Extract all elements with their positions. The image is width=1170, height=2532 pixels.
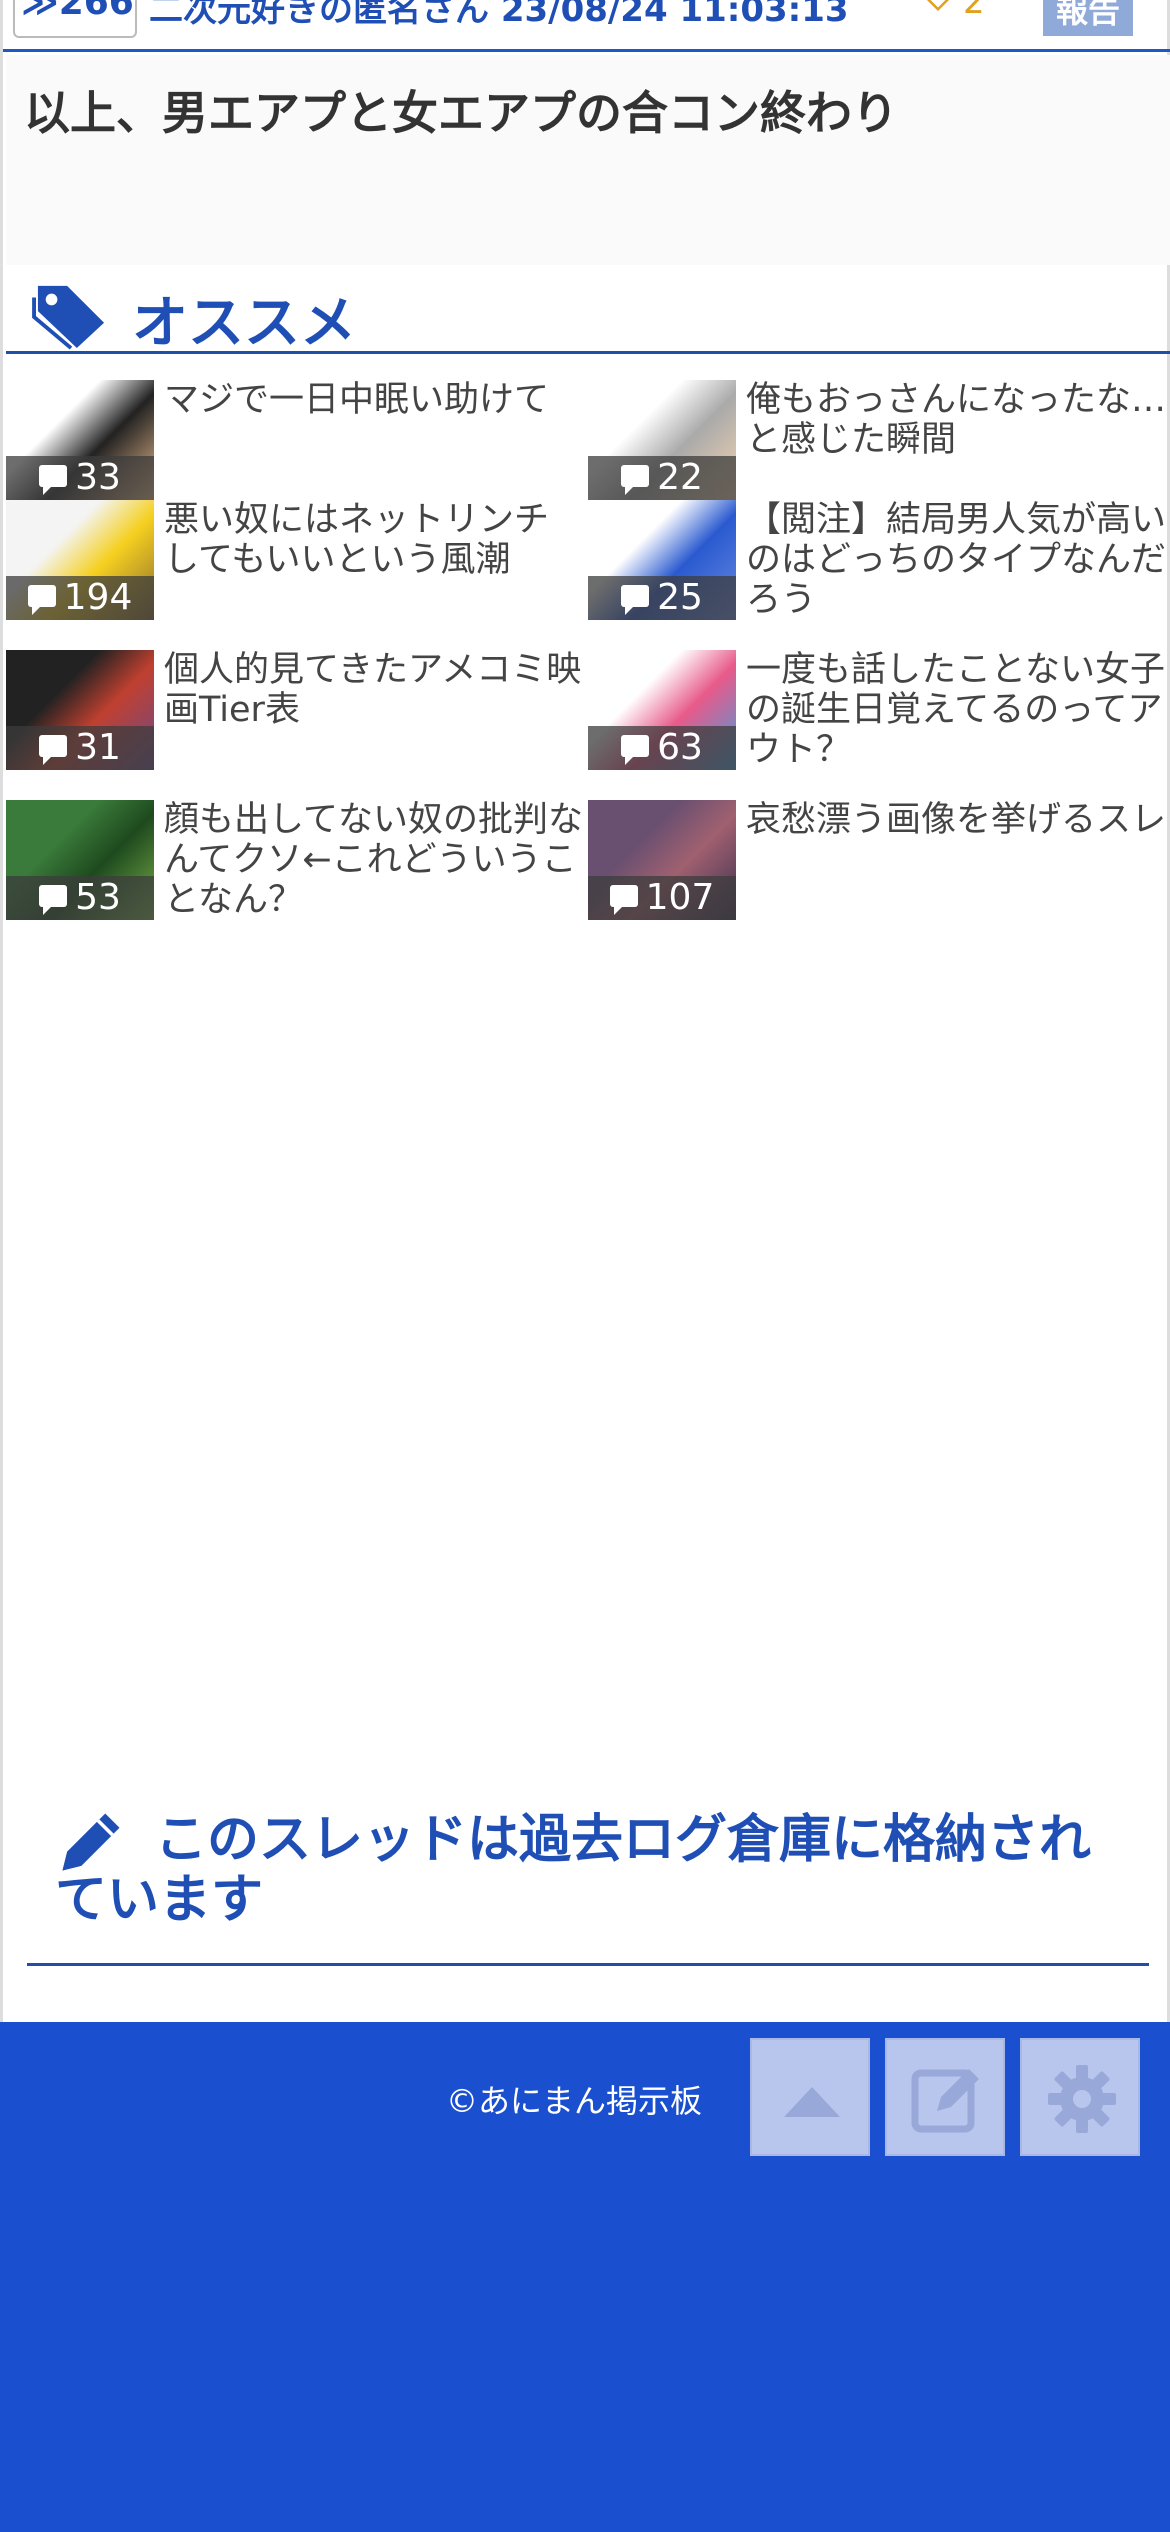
recommend-title: オススメ bbox=[132, 291, 356, 356]
thumbnail-image[interactable]: 31 bbox=[6, 650, 154, 770]
recommend-item[interactable]: 194 悪い奴にはネットリンチしてもいいという風潮 bbox=[6, 500, 586, 640]
copyright: ©あにまん掲示板 bbox=[446, 2082, 703, 2120]
archive-notice: このスレッドは過去ログ倉庫に格納されています bbox=[27, 1800, 1149, 1966]
recommend-item-title[interactable]: 【閲注】結局男人気が高いのはどっちのタイプなんだろう bbox=[746, 500, 1166, 620]
comment-count: 22 bbox=[588, 456, 736, 500]
comment-count: 63 bbox=[588, 726, 736, 770]
comment-count-value: 63 bbox=[657, 727, 703, 768]
comment-count-value: 53 bbox=[75, 877, 121, 918]
recommend-item[interactable]: 31 個人的見てきたアメコミ映画Tier表 bbox=[6, 650, 586, 790]
comment-icon bbox=[39, 735, 68, 765]
like-button[interactable]: 2 bbox=[921, 0, 985, 22]
comment-count-value: 25 bbox=[657, 577, 703, 618]
recommend-item-title[interactable]: 一度も話したことない女子の誕生日覚えてるのってアウト？ bbox=[746, 650, 1166, 770]
recommend-item[interactable]: 63 一度も話したことない女子の誕生日覚えてるのってアウト？ bbox=[588, 650, 1168, 790]
comment-icon bbox=[621, 585, 650, 615]
thumbnail-image[interactable]: 63 bbox=[588, 650, 736, 770]
thumbnail-image[interactable]: 22 bbox=[588, 380, 736, 500]
comment-count-value: 33 bbox=[75, 457, 121, 498]
report-button[interactable]: 報告 bbox=[1043, 0, 1133, 36]
heart-icon bbox=[926, 0, 950, 12]
tag-icon bbox=[32, 285, 105, 350]
thumbnail-image[interactable]: 25 bbox=[588, 500, 736, 620]
recommend-item-title[interactable]: 顔も出してない奴の批判なんてクソ←これどういうことなん？ bbox=[164, 800, 584, 920]
post-header: ≫266 二次元好きの匿名さん 23/08/24 11:03:13 2 報告 bbox=[3, 0, 1170, 52]
gear-icon bbox=[1048, 2065, 1116, 2133]
comment-count: 107 bbox=[588, 876, 736, 920]
comment-icon bbox=[609, 885, 638, 915]
comment-icon bbox=[39, 885, 68, 915]
comment-count: 25 bbox=[588, 576, 736, 620]
like-count: 2 bbox=[963, 0, 985, 22]
comment-count-value: 107 bbox=[645, 877, 715, 918]
post-text: 以上、男エアプと女エアプの合コン終わり bbox=[24, 86, 898, 140]
settings-button[interactable] bbox=[1020, 2038, 1140, 2156]
comment-icon bbox=[39, 465, 68, 495]
archive-message: このスレッドは過去ログ倉庫に格納されています bbox=[55, 1810, 1092, 1930]
comment-count-value: 22 bbox=[657, 457, 703, 498]
recommend-item[interactable]: 25 【閲注】結局男人気が高いのはどっちのタイプなんだろう bbox=[588, 500, 1168, 640]
recommend-item[interactable]: 53 顔も出してない奴の批判なんてクソ←これどういうことなん？ bbox=[6, 800, 586, 940]
recommend-item[interactable]: 33 マジで一日中眠い助けて bbox=[6, 380, 586, 520]
thumbnail-image[interactable]: 53 bbox=[6, 800, 154, 920]
post-body: 以上、男エアプと女エアプの合コン終わり bbox=[6, 55, 1170, 265]
comment-icon bbox=[27, 585, 56, 615]
post-number[interactable]: ≫266 bbox=[21, 0, 134, 23]
recommend-item-title[interactable]: 個人的見てきたアメコミ映画Tier表 bbox=[164, 650, 584, 730]
recommend-item-title[interactable]: 悪い奴にはネットリンチしてもいいという風潮 bbox=[164, 500, 584, 580]
thumbnail-image[interactable]: 194 bbox=[6, 500, 154, 620]
comment-count: 194 bbox=[6, 576, 154, 620]
footer: ©あにまん掲示板 bbox=[0, 2022, 1170, 2532]
comment-count-value: 31 bbox=[75, 727, 121, 768]
page: ≫266 二次元好きの匿名さん 23/08/24 11:03:13 2 報告 以… bbox=[0, 0, 1170, 2022]
comment-count: 53 bbox=[6, 876, 154, 920]
comment-count: 33 bbox=[6, 456, 154, 500]
comment-icon bbox=[621, 465, 650, 495]
comment-count: 31 bbox=[6, 726, 154, 770]
scroll-top-icon bbox=[784, 2087, 840, 2117]
scroll-top-button[interactable] bbox=[750, 2038, 870, 2156]
recommend-item-title[interactable]: 俺もおっさんになったな…と感じた瞬間 bbox=[746, 380, 1166, 460]
recommend-item[interactable]: 22 俺もおっさんになったな…と感じた瞬間 bbox=[588, 380, 1168, 520]
thumbnail-image[interactable]: 33 bbox=[6, 380, 154, 500]
thumbnail-image[interactable]: 107 bbox=[588, 800, 736, 920]
edit-icon bbox=[911, 2069, 979, 2133]
comment-icon bbox=[621, 735, 650, 765]
recommend-item-title[interactable]: マジで一日中眠い助けて bbox=[164, 380, 584, 420]
comment-count-value: 194 bbox=[63, 577, 133, 618]
recommend-item-title[interactable]: 哀愁漂う画像を挙げるスレ bbox=[746, 800, 1166, 840]
recommend-item[interactable]: 107 哀愁漂う画像を挙げるスレ bbox=[588, 800, 1168, 940]
recommend-header: オススメ bbox=[6, 270, 1170, 356]
post-meta: 二次元好きの匿名さん 23/08/24 11:03:13 bbox=[149, 0, 849, 30]
write-button[interactable] bbox=[885, 2038, 1005, 2156]
